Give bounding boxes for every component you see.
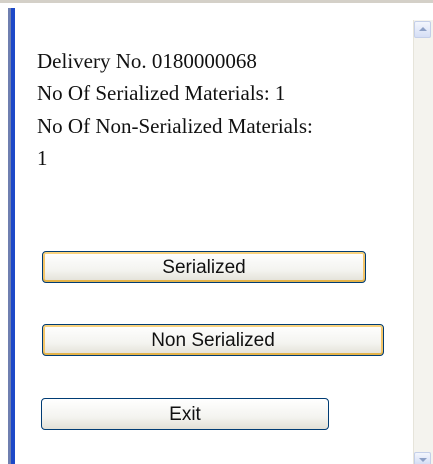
- delivery-screen: Delivery No. 0180000068 No Of Serialized…: [0, 0, 433, 464]
- scroll-down-button[interactable]: [414, 452, 431, 464]
- delivery-number-text: Delivery No. 0180000068: [37, 49, 257, 73]
- window-top-border: [0, 0, 433, 3]
- non-serialized-button[interactable]: Non Serialized: [42, 324, 384, 356]
- exit-button[interactable]: Exit: [41, 398, 329, 430]
- window-left-border: [11, 8, 15, 464]
- serialized-count-text: No Of Serialized Materials: 1: [37, 81, 286, 105]
- scroll-up-button[interactable]: [414, 21, 431, 38]
- serialized-button[interactable]: Serialized: [42, 251, 366, 283]
- non-serialized-count-value: 1: [37, 146, 48, 170]
- chevron-up-icon: [419, 27, 427, 31]
- non-serialized-count-label: No Of Non-Serialized Materials:: [37, 114, 313, 138]
- vertical-scrollbar[interactable]: [413, 20, 433, 464]
- chevron-down-icon: [419, 458, 427, 462]
